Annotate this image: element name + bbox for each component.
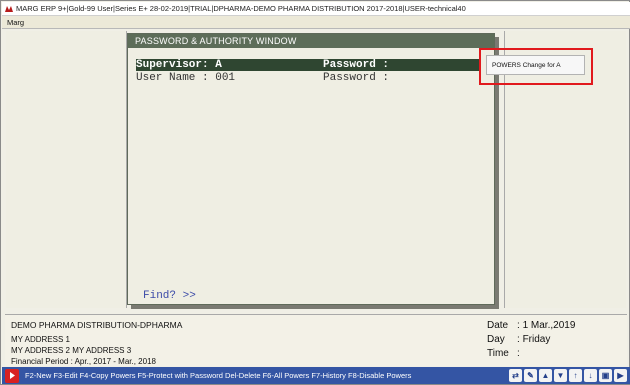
- address-line-2: MY ADDRESS 2 MY ADDRESS 3: [11, 346, 132, 355]
- edit-icon[interactable]: ✎: [524, 369, 537, 382]
- status-bar: F2-New F3-Edit F4-Copy Powers F5-Protect…: [2, 367, 630, 384]
- time-row: Time:: [487, 348, 520, 359]
- shortcut-keys[interactable]: F2-New F3-Edit F4-Copy Powers F5-Protect…: [25, 371, 411, 380]
- day-label: Day: [487, 334, 505, 345]
- window-titlebar: MARG ERP 9+|Gold-99 User|Series E+ 28-02…: [2, 2, 630, 16]
- date-row: Date: 1 Mar.,2019: [487, 320, 576, 331]
- user-name-label: User Name : 001: [136, 72, 236, 84]
- red-highlight-box: [479, 48, 593, 85]
- supervisor-row[interactable]: Supervisor: A Password :: [136, 59, 481, 71]
- up-arrow-icon[interactable]: ↑: [569, 369, 582, 382]
- user-password-label: Password :: [323, 72, 390, 84]
- password-authority-dialog: PASSWORD & AUTHORITY WINDOW Supervisor: …: [127, 33, 495, 305]
- play-icon[interactable]: ▶: [614, 369, 627, 382]
- user-row[interactable]: User Name : 001 Password :: [136, 72, 481, 84]
- menu-bar: Marg: [2, 16, 630, 29]
- status-icons: ⇄ ✎ ▲ ▼ ↑ ↓ ▣ ▶: [509, 369, 627, 382]
- supervisor-label: Supervisor: A: [136, 59, 222, 71]
- company-name: DEMO PHARMA DISTRIBUTION-DPHARMA: [11, 320, 183, 330]
- day-row: Day: Friday: [487, 334, 551, 345]
- printer-icon[interactable]: ▣: [599, 369, 612, 382]
- time-label: Time: [487, 348, 509, 359]
- marg-logo-icon: [5, 5, 13, 13]
- status-arrow-icon[interactable]: [5, 368, 19, 383]
- day-value: Friday: [522, 334, 551, 345]
- upload-icon[interactable]: ▲: [539, 369, 552, 382]
- shuffle-icon[interactable]: ⇄: [509, 369, 522, 382]
- address-line-1: MY ADDRESS 1: [11, 335, 70, 344]
- find-label: Find? >>: [143, 290, 196, 302]
- left-side-panel: [6, 31, 127, 308]
- app-window: MARG ERP 9+|Gold-99 User|Series E+ 28-02…: [0, 0, 630, 385]
- find-input[interactable]: [211, 290, 331, 302]
- down-arrow-icon[interactable]: ↓: [584, 369, 597, 382]
- supervisor-password-label: Password :: [323, 59, 390, 71]
- financial-period: Financial Period : Apr., 2017 - Mar., 20…: [11, 357, 156, 366]
- window-title: MARG ERP 9+|Gold-99 User|Series E+ 28-02…: [16, 4, 466, 13]
- company-info-footer: DEMO PHARMA DISTRIBUTION-DPHARMA MY ADDR…: [5, 314, 627, 366]
- dialog-title: PASSWORD & AUTHORITY WINDOW: [128, 34, 494, 48]
- download-icon[interactable]: ▼: [554, 369, 567, 382]
- date-label: Date: [487, 320, 509, 331]
- menu-item-marg[interactable]: Marg: [7, 18, 24, 27]
- date-value: 1 Mar.,2019: [522, 320, 576, 331]
